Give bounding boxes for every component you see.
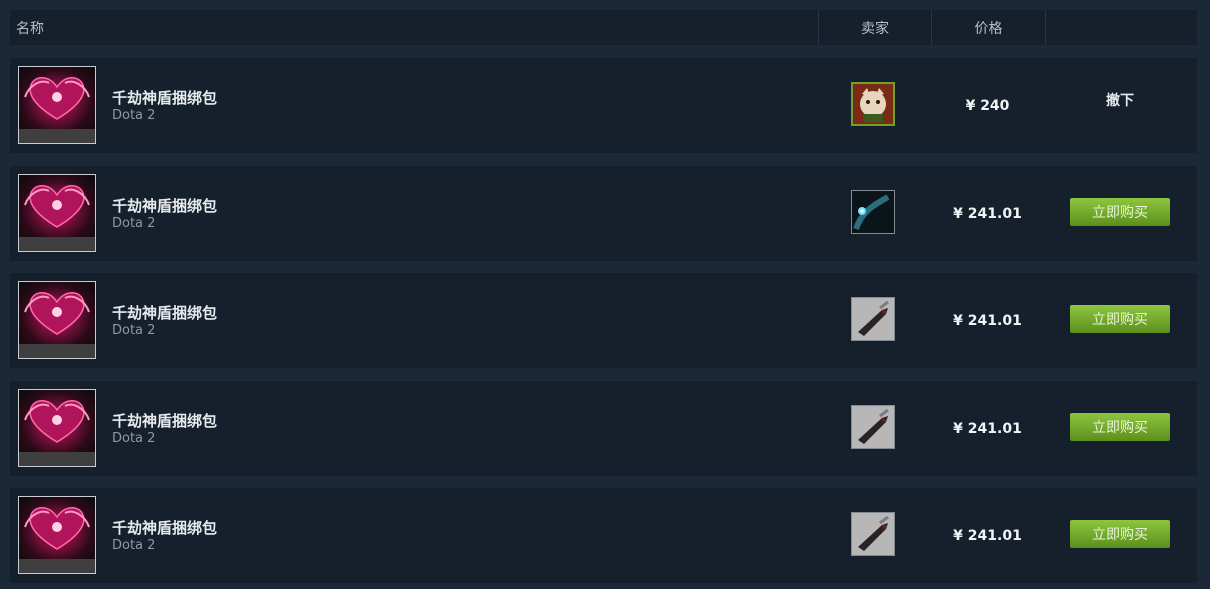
buy-now-button[interactable]: 立即购买	[1070, 413, 1170, 441]
price: ¥ 241.01	[953, 527, 1022, 544]
column-header-seller[interactable]: 卖家	[818, 10, 931, 45]
item-thumbnail[interactable]	[18, 66, 96, 144]
item-name[interactable]: 千劫神盾捆绑包	[112, 410, 217, 431]
price: ¥ 241.01	[953, 205, 1022, 222]
listing-row[interactable]: 千劫神盾捆绑包 Dota 2 ¥ 241.01 立即购买	[10, 166, 1197, 261]
column-header-action	[1045, 10, 1197, 45]
price: ¥ 241.01	[953, 312, 1022, 329]
item-name[interactable]: 千劫神盾捆绑包	[112, 195, 217, 216]
heart-shield-icon	[19, 497, 95, 559]
item-game: Dota 2	[112, 431, 156, 446]
buy-now-button[interactable]: 立即购买	[1070, 520, 1170, 548]
price: ¥ 241.01	[953, 420, 1022, 437]
remove-listing-button[interactable]: 撤下	[1070, 86, 1170, 114]
item-game: Dota 2	[112, 538, 156, 553]
item-thumbnail[interactable]	[18, 496, 96, 574]
seller-avatar-dark-icon[interactable]	[851, 190, 895, 234]
heart-shield-icon	[19, 67, 95, 129]
item-game: Dota 2	[112, 323, 156, 338]
item-thumbnail[interactable]	[18, 281, 96, 359]
seller-avatar-dagger-icon[interactable]	[851, 297, 895, 341]
heart-shield-icon	[19, 390, 95, 452]
item-game: Dota 2	[112, 216, 156, 231]
buy-now-button[interactable]: 立即购买	[1070, 198, 1170, 226]
listing-row[interactable]: 千劫神盾捆绑包 Dota 2 ¥ 240 撤下	[10, 58, 1197, 153]
listing-table-header: 名称 卖家 价格	[10, 10, 1197, 45]
price: ¥ 240	[965, 97, 1010, 114]
heart-shield-icon	[19, 282, 95, 344]
seller-avatar-dagger-icon[interactable]	[851, 405, 895, 449]
column-header-name[interactable]: 名称	[10, 10, 818, 45]
seller-avatar-dagger-icon[interactable]	[851, 512, 895, 556]
item-name[interactable]: 千劫神盾捆绑包	[112, 517, 217, 538]
item-name[interactable]: 千劫神盾捆绑包	[112, 87, 217, 108]
item-name[interactable]: 千劫神盾捆绑包	[112, 302, 217, 323]
listing-row[interactable]: 千劫神盾捆绑包 Dota 2 ¥ 241.01 立即购买	[10, 381, 1197, 476]
heart-shield-icon	[19, 175, 95, 237]
buy-now-button[interactable]: 立即购买	[1070, 305, 1170, 333]
market-listings: 名称 卖家 价格 千劫神盾捆绑包 Dota 2 ¥ 240 撤下 千劫神盾捆绑包…	[0, 0, 1210, 589]
column-header-price[interactable]: 价格	[931, 10, 1045, 45]
listing-row[interactable]: 千劫神盾捆绑包 Dota 2 ¥ 241.01 立即购买	[10, 488, 1197, 583]
item-thumbnail[interactable]	[18, 389, 96, 467]
seller-avatar-cat-icon[interactable]	[851, 82, 895, 126]
listing-row[interactable]: 千劫神盾捆绑包 Dota 2 ¥ 241.01 立即购买	[10, 273, 1197, 368]
item-game: Dota 2	[112, 108, 156, 123]
item-thumbnail[interactable]	[18, 174, 96, 252]
